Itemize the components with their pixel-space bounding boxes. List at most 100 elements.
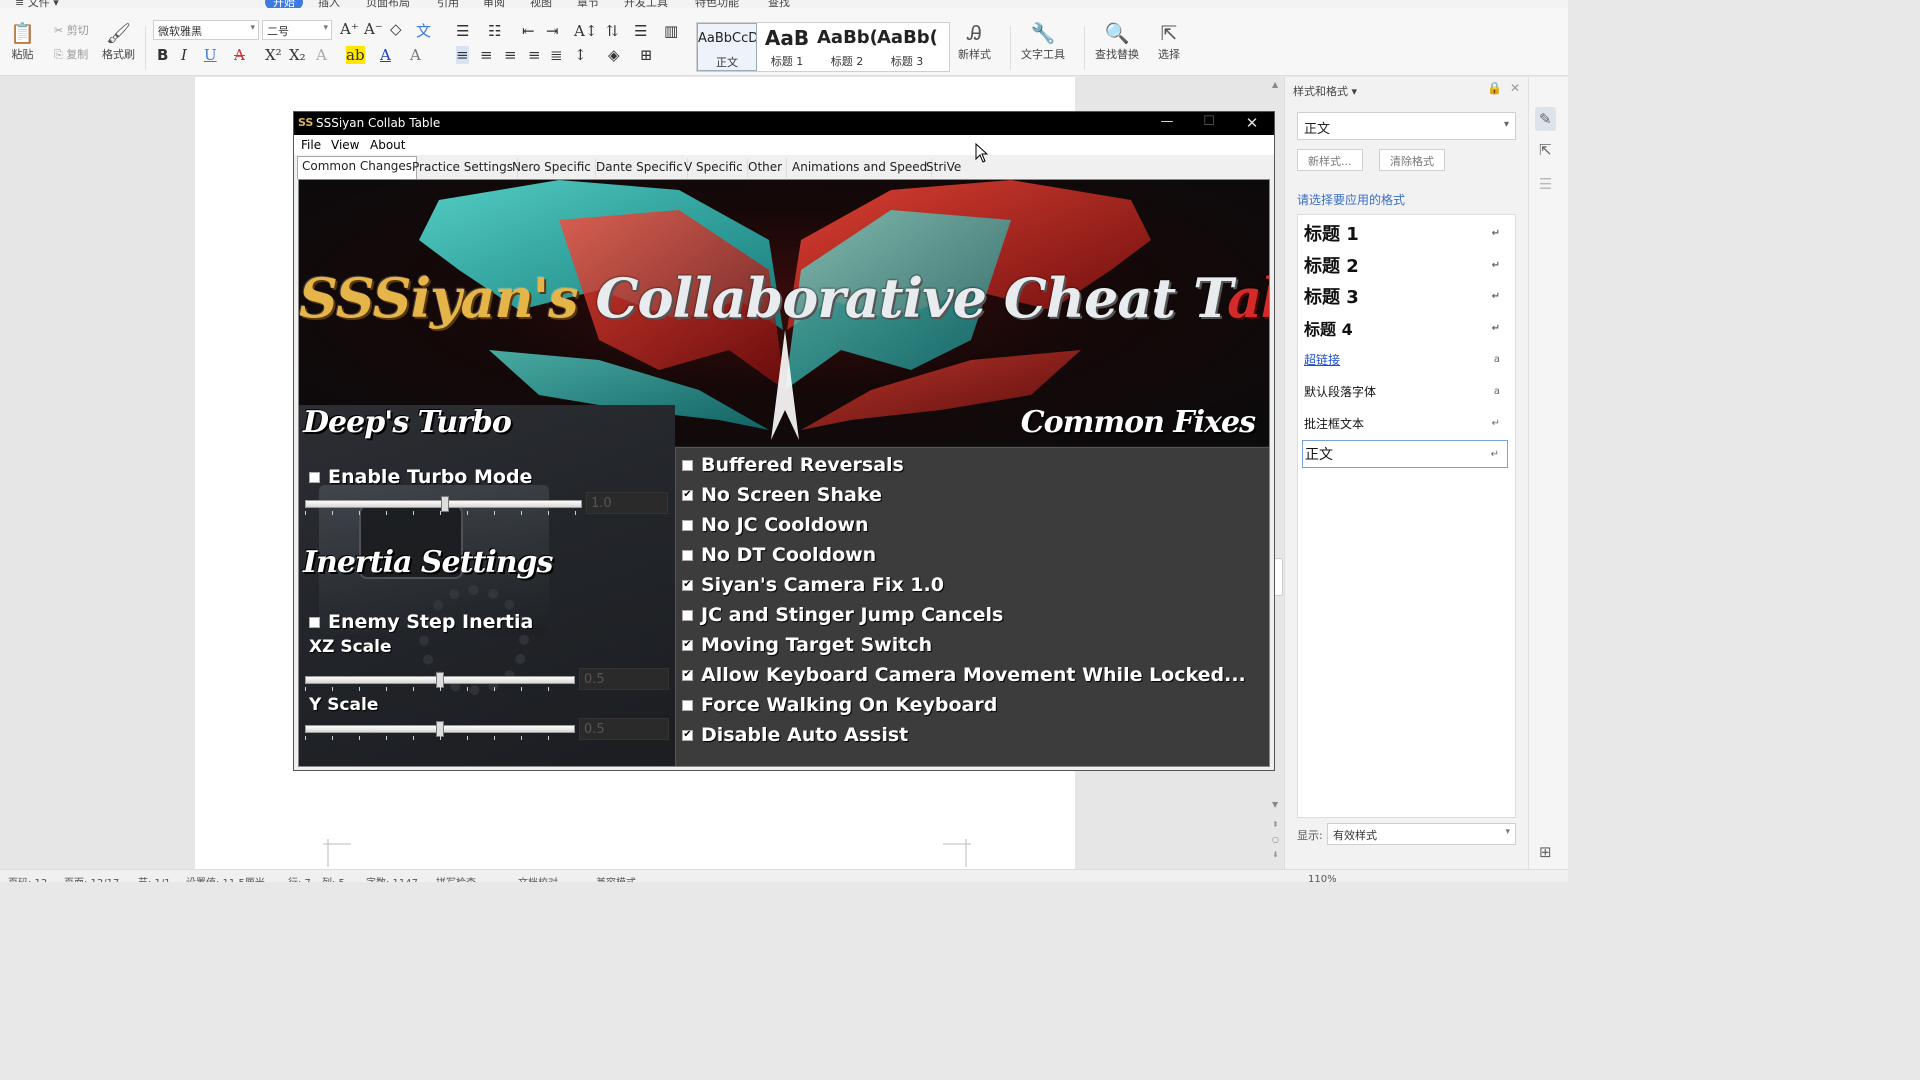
option-jc-stinger-jump-cancels[interactable]: JC and Stinger Jump Cancels bbox=[682, 604, 1003, 626]
option-moving-target-switch[interactable]: ✔ Moving Target Switch bbox=[682, 634, 932, 656]
show-filter-dropdown[interactable]: 有效样式 bbox=[1327, 823, 1516, 845]
option-no-jc-cooldown[interactable]: No JC Cooldown bbox=[682, 514, 869, 536]
slider-thumb[interactable] bbox=[436, 721, 444, 737]
italic-icon[interactable]: I bbox=[181, 46, 187, 64]
select-browse-icon[interactable]: ○ bbox=[1272, 835, 1279, 844]
tab-other[interactable]: Other bbox=[744, 158, 788, 178]
properties-pane-icon[interactable]: ☰ bbox=[1539, 175, 1552, 193]
maximize-icon[interactable]: ☐ bbox=[1199, 114, 1219, 129]
ribbon-tab-view[interactable]: 视图 bbox=[530, 0, 552, 8]
checkbox[interactable] bbox=[682, 699, 693, 711]
text-direction-icon[interactable]: A↕ bbox=[574, 22, 597, 40]
y-scale-value-field[interactable]: 0.5 bbox=[579, 718, 669, 740]
style-heading-1[interactable]: AaB 标题 1 bbox=[757, 23, 817, 71]
superscript-icon[interactable]: X² bbox=[265, 46, 282, 64]
list-item[interactable]: 标题 1 ↵ bbox=[1302, 219, 1508, 247]
menu-view[interactable]: View bbox=[331, 138, 359, 152]
distribute-icon[interactable]: ≣ bbox=[550, 46, 563, 64]
font-size-combo[interactable]: 二号 bbox=[262, 20, 332, 40]
style-normal[interactable]: AaBbCcDd 正文 bbox=[697, 23, 757, 71]
option-buffered-reversals[interactable]: Buffered Reversals bbox=[682, 454, 904, 476]
select-button[interactable]: ⇱ 选择 bbox=[1158, 20, 1180, 62]
justify-icon[interactable]: ≡ bbox=[528, 46, 541, 64]
checkbox[interactable] bbox=[309, 616, 320, 628]
scroll-down-icon[interactable]: ▼ bbox=[1272, 800, 1278, 809]
pin-icon[interactable]: 🔒 bbox=[1487, 81, 1502, 95]
style-heading-2[interactable]: AaBb( 标题 2 bbox=[817, 23, 877, 71]
align-center-icon[interactable]: ≡ bbox=[480, 46, 493, 64]
ribbon-tab-developer[interactable]: 开发工具 bbox=[624, 0, 668, 8]
paragraph-spacing-icon[interactable]: ↕ bbox=[574, 46, 587, 64]
columns-icon[interactable]: ▥ bbox=[664, 22, 678, 40]
tab-animations-speed[interactable]: Animations and Speed bbox=[788, 158, 933, 178]
checkbox[interactable]: ✔ bbox=[682, 729, 693, 741]
list-item[interactable]: 标题 4 ↵ bbox=[1302, 314, 1508, 342]
prev-page-icon[interactable]: ⇞ bbox=[1272, 820, 1279, 829]
slider-thumb[interactable] bbox=[441, 496, 449, 512]
option-camera-fix[interactable]: ✔ Siyan's Camera Fix 1.0 bbox=[682, 574, 944, 596]
next-page-icon[interactable]: ⇟ bbox=[1272, 850, 1279, 859]
ribbon-tab-search[interactable]: 查找 bbox=[768, 0, 790, 8]
text-tools-button[interactable]: 🔧 文字工具 bbox=[1021, 20, 1065, 62]
title-bar[interactable]: SS SSSiyan Collab Table — ☐ ✕ bbox=[294, 112, 1274, 135]
menu-about[interactable]: About bbox=[370, 138, 405, 152]
list-item[interactable]: 批注框文本 ↵ bbox=[1302, 409, 1508, 437]
tab-practice-settings[interactable]: Practice Settings bbox=[408, 158, 518, 178]
checkbox[interactable]: ✔ bbox=[682, 669, 693, 681]
cut-button[interactable]: ✂ 剪切 bbox=[54, 22, 89, 38]
option-keyboard-camera-locked[interactable]: ✔ Allow Keyboard Camera Movement While Lo… bbox=[682, 664, 1246, 686]
char-shading-icon[interactable]: A bbox=[410, 46, 421, 64]
turbo-speed-slider[interactable] bbox=[305, 496, 582, 515]
ribbon-tab-chapter[interactable]: 章节 bbox=[577, 0, 599, 8]
ribbon-tab-features[interactable]: 特色功能 bbox=[695, 0, 739, 8]
checkbox[interactable] bbox=[682, 549, 693, 561]
checkbox[interactable] bbox=[682, 609, 693, 621]
checkbox[interactable] bbox=[682, 519, 693, 531]
checkbox[interactable]: ✔ bbox=[682, 579, 693, 591]
y-scale-slider[interactable] bbox=[305, 721, 575, 740]
shading-icon[interactable]: ◈ bbox=[608, 46, 620, 64]
font-color-icon[interactable]: A bbox=[380, 46, 391, 64]
option-no-dt-cooldown[interactable]: No DT Cooldown bbox=[682, 544, 876, 566]
align-left-icon[interactable]: ≡ bbox=[456, 46, 469, 64]
slider-thumb[interactable] bbox=[436, 672, 444, 688]
strikethrough-icon[interactable]: A bbox=[234, 46, 245, 64]
menu-file[interactable]: File bbox=[301, 138, 321, 152]
align-right-icon[interactable]: ≡ bbox=[504, 46, 517, 64]
sort-icon[interactable]: ⇅ bbox=[606, 22, 619, 40]
copy-button[interactable]: ⎘ 复制 bbox=[54, 46, 88, 62]
xz-scale-slider[interactable] bbox=[305, 672, 575, 691]
list-item[interactable]: 标题 3 ↵ bbox=[1302, 282, 1508, 310]
checkbox[interactable]: ✔ bbox=[682, 639, 693, 651]
line-spacing-icon[interactable]: ☰ bbox=[634, 22, 647, 40]
style-heading-3[interactable]: AaBb( 标题 3 bbox=[877, 23, 937, 71]
option-force-walking-keyboard[interactable]: Force Walking On Keyboard bbox=[682, 694, 997, 716]
option-no-screen-shake[interactable]: ✔ No Screen Shake bbox=[682, 484, 882, 506]
tab-dante-specific[interactable]: Dante Specific bbox=[592, 158, 688, 178]
ribbon-tab-layout[interactable]: 页面布局 bbox=[366, 0, 410, 8]
highlight-icon[interactable]: ab bbox=[346, 46, 365, 64]
xz-scale-value-field[interactable]: 0.5 bbox=[579, 668, 669, 690]
numbering-icon[interactable]: ☷ bbox=[488, 22, 501, 40]
styles-pane-icon[interactable]: ✎ bbox=[1535, 107, 1556, 131]
paste-button[interactable]: 📋 粘贴 bbox=[10, 20, 35, 62]
file-menu[interactable]: ≡ 文件 ▾ bbox=[15, 0, 59, 8]
new-style-panel-button[interactable]: 新样式... bbox=[1297, 149, 1363, 171]
enable-turbo-checkbox[interactable]: Enable Turbo Mode bbox=[309, 466, 532, 488]
list-item[interactable]: 正文 ↵ bbox=[1302, 440, 1508, 468]
checkbox[interactable] bbox=[682, 459, 693, 471]
ribbon-tab-insert[interactable]: 插入 bbox=[318, 0, 340, 8]
tab-v-specific[interactable]: V Specific bbox=[680, 158, 748, 178]
spell-check-toggle[interactable]: 拼写检查 bbox=[436, 874, 476, 882]
turbo-value-field[interactable]: 1.0 bbox=[586, 492, 668, 514]
new-style-button[interactable]: Ꭿ 新样式 bbox=[958, 20, 991, 62]
subscript-icon[interactable]: X₂ bbox=[289, 46, 306, 64]
grid-apps-icon[interactable]: ⊞ bbox=[1539, 843, 1552, 861]
ribbon-tab-references[interactable]: 引用 bbox=[437, 0, 459, 8]
close-icon[interactable]: ✕ bbox=[1242, 114, 1262, 132]
outdent-icon[interactable]: ⇤ bbox=[522, 22, 535, 40]
select-pane-icon[interactable]: ⇱ bbox=[1539, 141, 1552, 159]
checkbox[interactable] bbox=[309, 471, 320, 483]
checkbox[interactable]: ✔ bbox=[682, 489, 693, 501]
grow-font-icon[interactable]: A⁺ bbox=[340, 20, 359, 38]
